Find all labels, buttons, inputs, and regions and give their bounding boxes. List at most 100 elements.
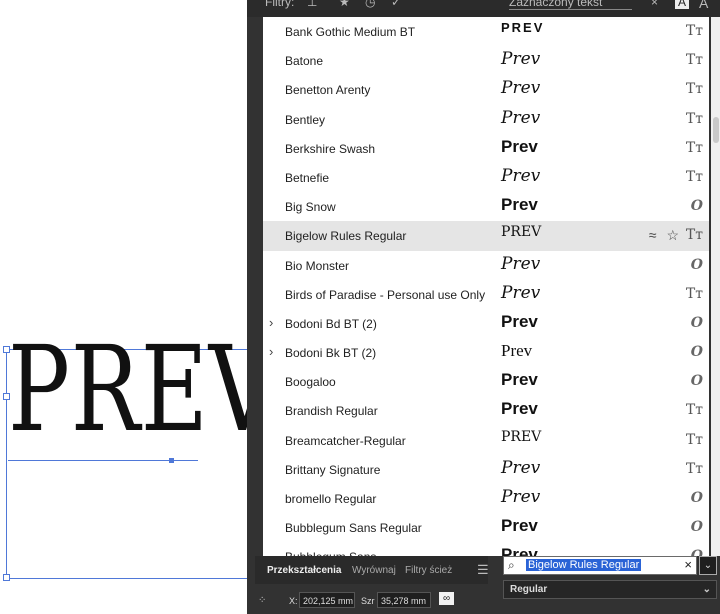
truetype-icon: Tт — [685, 168, 703, 185]
truetype-icon: Tт — [685, 431, 703, 448]
panel-menu-icon[interactable]: ☰ — [477, 562, 489, 578]
x-input[interactable]: 202,125 mm — [299, 592, 355, 608]
font-row[interactable]: bromello Regular Prev O — [263, 484, 709, 513]
tab-path-filters[interactable]: Filtry ścież — [405, 565, 452, 576]
font-row[interactable]: Boogaloo Prev O — [263, 367, 709, 396]
opentype-icon: O — [690, 373, 703, 390]
font-row[interactable]: › Bodoni Bk BT (2) Prev O — [263, 338, 709, 367]
font-preview: Prev — [501, 253, 541, 274]
truetype-icon: Tт — [685, 402, 703, 419]
font-name: Benetton Arenty — [285, 83, 371, 98]
clear-search-icon[interactable]: × — [684, 557, 692, 572]
font-name: Batone — [285, 54, 324, 69]
font-name: Big Snow — [285, 200, 336, 215]
font-list-dropdown-button[interactable]: ⌄ — [699, 556, 717, 575]
font-preview: Prev — [501, 78, 541, 99]
font-name: Brittany Signature — [285, 462, 381, 477]
font-name: Bigelow Rules Regular — [285, 229, 407, 244]
font-row[interactable]: Brandish Regular Prev Tт — [263, 396, 709, 425]
opentype-icon: O — [690, 314, 703, 331]
frame-handle-bl[interactable] — [3, 574, 10, 581]
font-row[interactable]: Big Snow Prev O — [263, 192, 709, 221]
filter-favorites-icon[interactable]: ★ — [339, 0, 350, 9]
font-name: Bubblegum Sans Regular — [285, 521, 422, 536]
expand-chevron-icon[interactable]: › — [269, 315, 273, 330]
scroll-thumb[interactable] — [713, 117, 719, 143]
filter-recent-icon[interactable]: ◷ — [365, 0, 375, 9]
font-preview: Prev — [501, 370, 538, 390]
font-preview: Prev — [501, 165, 541, 186]
truetype-icon: Tт — [685, 460, 703, 477]
font-preview: Prev — [501, 311, 538, 331]
ref-point-icon[interactable]: ⁘ — [258, 595, 266, 606]
filter-classification-icon[interactable]: ⊥ — [307, 0, 317, 9]
font-search-input[interactable]: Bigelow Rules Regular — [526, 559, 642, 571]
font-preview: Prev — [501, 136, 538, 156]
font-size-icon[interactable]: A — [675, 0, 690, 9]
tab-align[interactable]: Wyrównaj — [352, 565, 396, 576]
font-name: Bodoni Bd BT (2) — [285, 316, 377, 331]
font-row[interactable]: Bigelow Rules Regular PREV ≈ ☆ Tт — [263, 221, 709, 251]
font-row[interactable]: Benetton Arenty Prev Tт — [263, 75, 709, 104]
row-action-icons: ≈ ☆ — [649, 227, 679, 244]
font-row[interactable]: Betnefie Prev Tт — [263, 163, 709, 192]
large-font-icon[interactable]: A — [699, 0, 708, 11]
font-name: Betnefie — [285, 170, 330, 185]
font-row[interactable]: Berkshire Swash Prev Tт — [263, 134, 709, 163]
opentype-icon: O — [690, 198, 703, 215]
w-label: Szr — [361, 596, 375, 606]
font-row[interactable]: Breamcatcher-Regular PREV Tт — [263, 426, 709, 455]
font-row[interactable]: Bank Gothic Medium BT PREV Tт — [263, 17, 709, 46]
font-preview: Prev — [501, 107, 541, 128]
tab-transform[interactable]: Przekształcenia — [267, 565, 342, 576]
artboard-canvas[interactable]: PREV — [0, 0, 247, 614]
favorite-star-icon[interactable]: ☆ — [666, 227, 679, 243]
link-icon[interactable]: ∞ — [439, 592, 455, 605]
font-row[interactable]: Brittany Signature Prev Tт — [263, 455, 709, 484]
font-list[interactable]: Bank Gothic Medium BT PREV Tт Batone Prev Tт B… — [263, 17, 709, 556]
close-icon[interactable]: × — [651, 0, 658, 9]
font-row[interactable]: Bio Monster Prev O — [263, 251, 709, 280]
truetype-icon: Tт — [685, 23, 703, 39]
similar-icon[interactable]: ≈ — [649, 227, 657, 243]
font-name: bromello Regular — [285, 492, 377, 506]
baseline-anchor[interactable] — [169, 458, 174, 463]
filters-label: Filtry: — [265, 0, 295, 9]
opentype-icon: O — [691, 548, 703, 556]
filters-bar: Filtry: ⊥ ★ ◷ ✓ Zaznaczony tekst × A A — [247, 0, 720, 17]
opentype-icon: O — [690, 344, 703, 361]
font-row[interactable]: Batone Prev Tт — [263, 46, 709, 75]
selection-dropdown[interactable]: Zaznaczony tekst — [509, 0, 633, 10]
font-name: Breamcatcher-Regular — [285, 433, 406, 448]
font-search-field[interactable]: ⌕ Bigelow Rules Regular × — [503, 556, 697, 575]
font-list-scrollbar[interactable] — [711, 17, 720, 556]
filter-activated-icon[interactable]: ✓ — [391, 0, 401, 9]
font-name: Bio Monster — [285, 258, 350, 273]
font-preview: Prev — [501, 399, 538, 419]
font-name: Bank Gothic Medium BT — [285, 25, 416, 39]
x-label: X: — [289, 596, 298, 606]
font-preview: Prev — [501, 341, 533, 361]
chevron-down-icon[interactable]: ⌄ — [703, 581, 711, 598]
font-preview: Prev — [501, 487, 541, 507]
canvas-text[interactable]: PREV — [8, 330, 247, 448]
font-row[interactable]: Birds of Paradise - Personal use Only Pre… — [263, 280, 709, 309]
panel-tabs: Przekształcenia Wyrównaj Filtry ścież ☰ — [255, 556, 489, 584]
font-preview: Prev — [501, 282, 541, 303]
font-preview: PREV — [501, 20, 545, 35]
font-preview: PREV — [501, 428, 542, 445]
font-name: Brandish Regular — [285, 404, 378, 419]
font-row[interactable]: › Bodoni Bd BT (2) Prev O — [263, 309, 709, 338]
font-panel: Filtry: ⊥ ★ ◷ ✓ Zaznaczony tekst × A A B… — [247, 0, 720, 614]
font-row[interactable]: Bubblegum Sans Regular Prev O — [263, 513, 709, 542]
expand-chevron-icon[interactable]: › — [269, 344, 273, 359]
truetype-icon: Tт — [685, 227, 703, 244]
truetype-icon: Tт — [685, 81, 703, 98]
font-preview: Prev — [501, 195, 538, 215]
truetype-icon: Tт — [685, 285, 703, 302]
font-style-select[interactable]: Regular ⌄ — [503, 580, 717, 599]
search-icon[interactable]: ⌕ — [508, 558, 515, 573]
font-row[interactable]: Bentley Prev Tт — [263, 105, 709, 134]
w-input[interactable]: 35,278 mm — [377, 592, 431, 608]
font-row[interactable]: Bubblegum SansPrevO — [263, 542, 709, 556]
